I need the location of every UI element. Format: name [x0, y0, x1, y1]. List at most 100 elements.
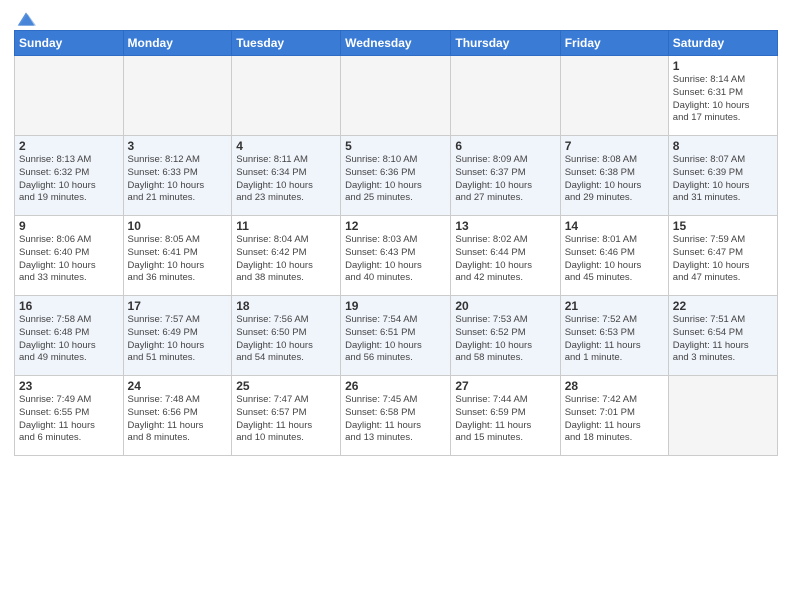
page-container: SundayMondayTuesdayWednesdayThursdayFrid…: [0, 0, 792, 464]
calendar-cell: 23Sunrise: 7:49 AM Sunset: 6:55 PM Dayli…: [15, 376, 124, 456]
day-number: 27: [455, 379, 555, 393]
day-number: 11: [236, 219, 336, 233]
calendar-cell: [341, 56, 451, 136]
weekday-header-sunday: Sunday: [15, 31, 124, 56]
day-number: 16: [19, 299, 119, 313]
day-info: Sunrise: 8:08 AM Sunset: 6:38 PM Dayligh…: [565, 154, 664, 205]
calendar-table: SundayMondayTuesdayWednesdayThursdayFrid…: [14, 30, 778, 456]
day-number: 17: [128, 299, 228, 313]
day-info: Sunrise: 8:02 AM Sunset: 6:44 PM Dayligh…: [455, 234, 555, 285]
day-info: Sunrise: 7:51 AM Sunset: 6:54 PM Dayligh…: [673, 314, 773, 365]
day-info: Sunrise: 7:56 AM Sunset: 6:50 PM Dayligh…: [236, 314, 336, 365]
day-info: Sunrise: 8:09 AM Sunset: 6:37 PM Dayligh…: [455, 154, 555, 205]
day-info: Sunrise: 8:14 AM Sunset: 6:31 PM Dayligh…: [673, 74, 773, 125]
day-info: Sunrise: 7:57 AM Sunset: 6:49 PM Dayligh…: [128, 314, 228, 365]
day-info: Sunrise: 7:42 AM Sunset: 7:01 PM Dayligh…: [565, 394, 664, 445]
calendar-cell: 26Sunrise: 7:45 AM Sunset: 6:58 PM Dayli…: [341, 376, 451, 456]
weekday-header-friday: Friday: [560, 31, 668, 56]
day-info: Sunrise: 7:53 AM Sunset: 6:52 PM Dayligh…: [455, 314, 555, 365]
day-number: 21: [565, 299, 664, 313]
calendar-cell: 19Sunrise: 7:54 AM Sunset: 6:51 PM Dayli…: [341, 296, 451, 376]
day-info: Sunrise: 7:52 AM Sunset: 6:53 PM Dayligh…: [565, 314, 664, 365]
day-number: 23: [19, 379, 119, 393]
calendar-cell: 11Sunrise: 8:04 AM Sunset: 6:42 PM Dayli…: [232, 216, 341, 296]
day-info: Sunrise: 7:48 AM Sunset: 6:56 PM Dayligh…: [128, 394, 228, 445]
day-number: 6: [455, 139, 555, 153]
day-info: Sunrise: 8:12 AM Sunset: 6:33 PM Dayligh…: [128, 154, 228, 205]
day-number: 5: [345, 139, 446, 153]
day-info: Sunrise: 8:10 AM Sunset: 6:36 PM Dayligh…: [345, 154, 446, 205]
day-info: Sunrise: 8:05 AM Sunset: 6:41 PM Dayligh…: [128, 234, 228, 285]
calendar-cell: [15, 56, 124, 136]
day-info: Sunrise: 8:07 AM Sunset: 6:39 PM Dayligh…: [673, 154, 773, 205]
calendar-cell: 18Sunrise: 7:56 AM Sunset: 6:50 PM Dayli…: [232, 296, 341, 376]
day-info: Sunrise: 7:54 AM Sunset: 6:51 PM Dayligh…: [345, 314, 446, 365]
calendar-cell: [451, 56, 560, 136]
day-number: 20: [455, 299, 555, 313]
day-number: 1: [673, 59, 773, 73]
day-info: Sunrise: 8:03 AM Sunset: 6:43 PM Dayligh…: [345, 234, 446, 285]
calendar-cell: 20Sunrise: 7:53 AM Sunset: 6:52 PM Dayli…: [451, 296, 560, 376]
day-number: 3: [128, 139, 228, 153]
weekday-header-tuesday: Tuesday: [232, 31, 341, 56]
day-number: 28: [565, 379, 664, 393]
calendar-cell: 15Sunrise: 7:59 AM Sunset: 6:47 PM Dayli…: [668, 216, 777, 296]
day-number: 13: [455, 219, 555, 233]
calendar-cell: 13Sunrise: 8:02 AM Sunset: 6:44 PM Dayli…: [451, 216, 560, 296]
calendar-cell: 3Sunrise: 8:12 AM Sunset: 6:33 PM Daylig…: [123, 136, 232, 216]
calendar-cell: 22Sunrise: 7:51 AM Sunset: 6:54 PM Dayli…: [668, 296, 777, 376]
weekday-header-wednesday: Wednesday: [341, 31, 451, 56]
calendar-week-row: 2Sunrise: 8:13 AM Sunset: 6:32 PM Daylig…: [15, 136, 778, 216]
day-info: Sunrise: 8:01 AM Sunset: 6:46 PM Dayligh…: [565, 234, 664, 285]
calendar-cell: 12Sunrise: 8:03 AM Sunset: 6:43 PM Dayli…: [341, 216, 451, 296]
day-number: 22: [673, 299, 773, 313]
day-number: 18: [236, 299, 336, 313]
logo-icon: [16, 10, 36, 28]
calendar-cell: 2Sunrise: 8:13 AM Sunset: 6:32 PM Daylig…: [15, 136, 124, 216]
calendar-cell: 17Sunrise: 7:57 AM Sunset: 6:49 PM Dayli…: [123, 296, 232, 376]
calendar-cell: 28Sunrise: 7:42 AM Sunset: 7:01 PM Dayli…: [560, 376, 668, 456]
day-number: 4: [236, 139, 336, 153]
calendar-cell: [232, 56, 341, 136]
day-info: Sunrise: 7:49 AM Sunset: 6:55 PM Dayligh…: [19, 394, 119, 445]
calendar-cell: 27Sunrise: 7:44 AM Sunset: 6:59 PM Dayli…: [451, 376, 560, 456]
day-number: 26: [345, 379, 446, 393]
day-number: 8: [673, 139, 773, 153]
day-number: 10: [128, 219, 228, 233]
day-number: 14: [565, 219, 664, 233]
calendar-cell: 21Sunrise: 7:52 AM Sunset: 6:53 PM Dayli…: [560, 296, 668, 376]
calendar-cell: [560, 56, 668, 136]
calendar-cell: 6Sunrise: 8:09 AM Sunset: 6:37 PM Daylig…: [451, 136, 560, 216]
calendar-cell: 8Sunrise: 8:07 AM Sunset: 6:39 PM Daylig…: [668, 136, 777, 216]
calendar-week-row: 23Sunrise: 7:49 AM Sunset: 6:55 PM Dayli…: [15, 376, 778, 456]
day-number: 12: [345, 219, 446, 233]
calendar-cell: 25Sunrise: 7:47 AM Sunset: 6:57 PM Dayli…: [232, 376, 341, 456]
calendar-cell: 16Sunrise: 7:58 AM Sunset: 6:48 PM Dayli…: [15, 296, 124, 376]
day-number: 25: [236, 379, 336, 393]
header: [14, 10, 778, 24]
day-info: Sunrise: 7:47 AM Sunset: 6:57 PM Dayligh…: [236, 394, 336, 445]
day-number: 9: [19, 219, 119, 233]
day-info: Sunrise: 7:59 AM Sunset: 6:47 PM Dayligh…: [673, 234, 773, 285]
day-number: 7: [565, 139, 664, 153]
calendar-cell: 4Sunrise: 8:11 AM Sunset: 6:34 PM Daylig…: [232, 136, 341, 216]
calendar-cell: 9Sunrise: 8:06 AM Sunset: 6:40 PM Daylig…: [15, 216, 124, 296]
day-number: 2: [19, 139, 119, 153]
logo: [14, 10, 36, 24]
weekday-header-saturday: Saturday: [668, 31, 777, 56]
day-info: Sunrise: 8:06 AM Sunset: 6:40 PM Dayligh…: [19, 234, 119, 285]
calendar-week-row: 1Sunrise: 8:14 AM Sunset: 6:31 PM Daylig…: [15, 56, 778, 136]
day-info: Sunrise: 8:11 AM Sunset: 6:34 PM Dayligh…: [236, 154, 336, 205]
calendar-cell: 7Sunrise: 8:08 AM Sunset: 6:38 PM Daylig…: [560, 136, 668, 216]
day-info: Sunrise: 8:13 AM Sunset: 6:32 PM Dayligh…: [19, 154, 119, 205]
day-info: Sunrise: 8:04 AM Sunset: 6:42 PM Dayligh…: [236, 234, 336, 285]
day-info: Sunrise: 7:58 AM Sunset: 6:48 PM Dayligh…: [19, 314, 119, 365]
weekday-header-monday: Monday: [123, 31, 232, 56]
day-number: 19: [345, 299, 446, 313]
calendar-cell: 14Sunrise: 8:01 AM Sunset: 6:46 PM Dayli…: [560, 216, 668, 296]
calendar-cell: 1Sunrise: 8:14 AM Sunset: 6:31 PM Daylig…: [668, 56, 777, 136]
calendar-cell: 24Sunrise: 7:48 AM Sunset: 6:56 PM Dayli…: [123, 376, 232, 456]
day-number: 15: [673, 219, 773, 233]
calendar-cell: 10Sunrise: 8:05 AM Sunset: 6:41 PM Dayli…: [123, 216, 232, 296]
calendar-week-row: 9Sunrise: 8:06 AM Sunset: 6:40 PM Daylig…: [15, 216, 778, 296]
